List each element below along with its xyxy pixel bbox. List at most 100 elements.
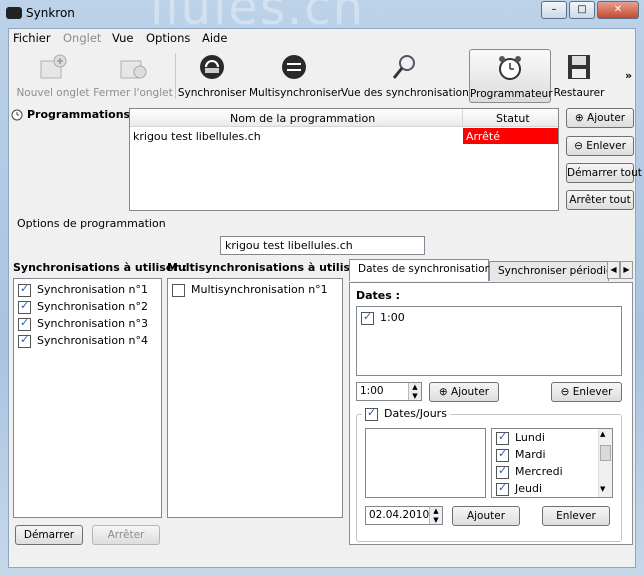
view-syncs-label: Vue des synchronisations	[341, 87, 475, 99]
column-divider	[462, 109, 463, 127]
window-title: Synkron	[26, 6, 75, 20]
list-item-label: Mardi	[515, 448, 546, 461]
remove-schedule-button[interactable]: ⊖ Enlever	[566, 136, 634, 156]
spin-arrows[interactable]: ▲ ▼	[408, 383, 421, 400]
checkbox[interactable]	[18, 316, 31, 331]
remove-time-label: Enlever	[572, 386, 613, 398]
close-button[interactable]: ✕	[597, 1, 639, 19]
menu-aide[interactable]: Aide	[202, 31, 227, 45]
list-item[interactable]: Multisynchronisation n°1	[172, 283, 328, 297]
clock-icon	[11, 109, 23, 121]
list-item[interactable]: Jeudi	[496, 481, 542, 496]
days-list[interactable]: Lundi Mardi Mercredi Jeudi ▲ ▼	[491, 428, 613, 498]
scroll-down-icon[interactable]: ▼	[600, 485, 605, 493]
dates-list[interactable]	[365, 428, 486, 498]
checkbox[interactable]	[18, 333, 31, 348]
scheduler-button[interactable]: Programmateur	[469, 49, 553, 103]
table-row[interactable]: krigou test libellules.ch Arrêté	[130, 128, 558, 144]
close-tab-label: Fermer l'onglet	[93, 87, 173, 99]
new-tab-button[interactable]: Nouvel onglet	[13, 49, 93, 103]
list-item-label: Synchronisation n°2	[37, 300, 149, 313]
tab-scroll-left-button[interactable]: ◀	[607, 261, 620, 279]
menu-vue[interactable]: Vue	[112, 31, 133, 45]
minimize-button[interactable]: –	[541, 1, 567, 19]
list-item-label: Synchronisation n°3	[37, 317, 149, 330]
add-time-button[interactable]: ⊕ Ajouter	[429, 382, 499, 402]
menu-fichier[interactable]: Fichier	[13, 31, 51, 45]
toolbar-overflow-button[interactable]: »	[625, 69, 632, 82]
close-tab-button[interactable]: Fermer l'onglet	[93, 49, 173, 103]
list-item[interactable]: 1:00	[361, 310, 405, 325]
time-value: 1:00	[360, 385, 384, 397]
syncs-list[interactable]: Synchronisation n°1 Synchronisation n°2 …	[13, 278, 162, 518]
alarm-clock-icon	[499, 56, 521, 80]
multisyncs-list[interactable]: Multisynchronisation n°1	[167, 278, 343, 518]
restore-button[interactable]: Restaurer	[553, 49, 605, 103]
start-all-button[interactable]: Démarrer tout	[566, 163, 642, 183]
spin-arrows[interactable]: ▲ ▼	[429, 507, 442, 524]
sync-button[interactable]: Synchroniser	[177, 49, 247, 103]
remove-time-button[interactable]: ⊖ Enlever	[551, 382, 622, 402]
add-time-label: Ajouter	[451, 386, 490, 398]
menu-options[interactable]: Options	[146, 31, 190, 45]
checkbox[interactable]	[18, 282, 31, 297]
stop-button[interactable]: Arrêter	[92, 525, 160, 545]
syncs-label: Synchronisations à utiliser :	[13, 261, 187, 274]
multisync-label: Multisynchroniser	[249, 87, 342, 99]
list-item[interactable]: Lundi	[496, 430, 545, 445]
add-date-button[interactable]: Ajouter	[452, 506, 520, 526]
tab-panel: Dates : 1:00 1:00 ▲▼ ⊕ Ajouter ⊖ Enlever…	[349, 282, 633, 545]
checkbox[interactable]	[496, 464, 509, 479]
list-item[interactable]: Synchronisation n°2	[18, 299, 149, 314]
close-tab-icon	[120, 60, 147, 79]
minus-icon: ⊖	[560, 386, 570, 398]
tab-periodic[interactable]: Synchroniser périodiqu	[489, 261, 609, 281]
checkbox[interactable]	[496, 447, 509, 462]
schedule-name-input[interactable]: krigou test libellules.ch	[220, 236, 425, 255]
list-item-label: Synchronisation n°1	[37, 283, 149, 296]
date-spinbox[interactable]: 02.04.2010 ▲ ▼	[365, 506, 443, 525]
view-syncs-button[interactable]: Vue des synchronisations	[341, 49, 475, 103]
menu-bar: Fichier Onglet Vue Options Aide	[9, 29, 635, 47]
sync-icon	[200, 55, 224, 79]
list-item[interactable]: Synchronisation n°4	[18, 333, 149, 348]
remove-date-button[interactable]: Enlever	[542, 506, 610, 526]
list-item[interactable]: Synchronisation n°1	[18, 282, 149, 297]
multisync-icon	[282, 55, 306, 79]
list-item[interactable]: Mardi	[496, 447, 546, 462]
minus-icon: ⊖	[574, 140, 583, 152]
schedules-table[interactable]: Nom de la programmation Statut krigou te…	[129, 108, 559, 211]
list-item-label: Synchronisation n°4	[37, 334, 149, 347]
list-item[interactable]: Mercredi	[496, 464, 563, 479]
plus-icon: ⊕	[438, 386, 448, 398]
tab-dates[interactable]: Dates de synchronisation	[349, 259, 491, 281]
column-header-status[interactable]: Statut	[496, 112, 530, 125]
add-schedule-button[interactable]: ⊕ Ajouter	[566, 108, 634, 128]
list-item[interactable]: Synchronisation n°3	[18, 316, 149, 331]
maximize-button[interactable]: □	[569, 1, 595, 19]
dates-label: Dates :	[356, 289, 401, 302]
times-list[interactable]: 1:00	[356, 306, 622, 376]
checkbox[interactable]	[172, 283, 185, 297]
checkbox[interactable]	[365, 406, 378, 421]
dates-days-label: Dates/Jours	[384, 407, 447, 420]
multisync-button[interactable]: Multisynchroniser	[249, 49, 342, 103]
tab-scroll-right-button[interactable]: ▶	[620, 261, 633, 279]
start-button[interactable]: Démarrer	[15, 525, 83, 545]
dates-days-toggle[interactable]: Dates/Jours	[362, 406, 450, 421]
scroll-up-icon[interactable]: ▲	[600, 430, 605, 438]
checkbox[interactable]	[496, 481, 509, 496]
checkbox[interactable]	[361, 310, 374, 325]
schedule-name-cell: krigou test libellules.ch	[133, 130, 261, 143]
checkbox[interactable]	[18, 299, 31, 314]
checkbox[interactable]	[496, 430, 509, 445]
time-spinbox[interactable]: 1:00 ▲ ▼	[356, 382, 422, 401]
stop-all-button[interactable]: Arrêter tout	[566, 190, 634, 210]
restore-label: Restaurer	[553, 87, 605, 99]
plus-icon: ⊕	[574, 112, 584, 124]
scroll-thumb[interactable]	[600, 445, 611, 461]
days-scrollbar[interactable]: ▲ ▼	[598, 429, 612, 497]
menu-onglet[interactable]: Onglet	[63, 31, 101, 45]
column-header-name[interactable]: Nom de la programmation	[230, 112, 375, 125]
list-item-label: Mercredi	[515, 465, 563, 478]
